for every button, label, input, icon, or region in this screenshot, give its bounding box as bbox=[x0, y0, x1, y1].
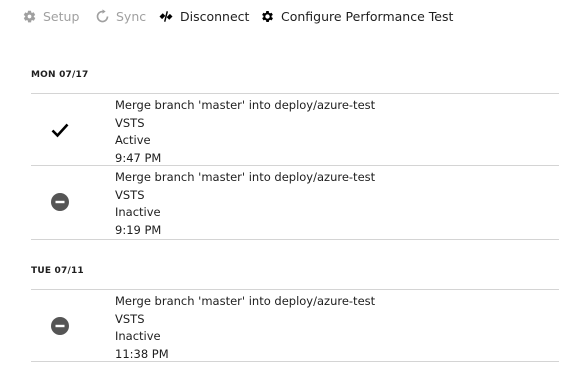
deployment-row[interactable]: Merge branch 'master' into deploy/azure-… bbox=[31, 290, 559, 362]
disconnect-button[interactable]: Disconnect bbox=[158, 0, 249, 32]
refresh-icon bbox=[95, 8, 110, 24]
configure-performance-test-label: Configure Performance Test bbox=[281, 8, 454, 24]
deployment-source: VSTS bbox=[115, 187, 145, 202]
deployment-row[interactable]: Merge branch 'master' into deploy/azure-… bbox=[31, 166, 559, 238]
setup-button[interactable]: Setup bbox=[22, 0, 79, 32]
checkmark-icon bbox=[51, 123, 69, 138]
minus-circle-icon bbox=[51, 317, 69, 335]
deployment-source: VSTS bbox=[115, 311, 145, 326]
commit-message: Merge branch 'master' into deploy/azure-… bbox=[115, 98, 376, 112]
toolbar: Setup Sync Disconnect Configure Performa… bbox=[0, 0, 579, 32]
divider bbox=[31, 239, 559, 240]
disconnect-icon bbox=[158, 10, 174, 23]
gear-icon bbox=[260, 9, 275, 24]
deployment-status: Inactive bbox=[115, 205, 161, 219]
deployment-row[interactable]: Merge branch 'master' into deploy/azure-… bbox=[31, 94, 559, 166]
day-header: TUE 07/11 bbox=[31, 266, 84, 276]
divider bbox=[31, 361, 559, 362]
commit-message: Merge branch 'master' into deploy/azure-… bbox=[115, 170, 376, 184]
disconnect-label: Disconnect bbox=[180, 8, 250, 24]
deployment-source: VSTS bbox=[115, 115, 145, 130]
deployment-time: 9:19 PM bbox=[115, 222, 162, 237]
setup-label: Setup bbox=[43, 8, 80, 24]
commit-message: Merge branch 'master' into deploy/azure-… bbox=[115, 294, 376, 308]
minus-circle-icon bbox=[51, 193, 69, 211]
deployment-status: Inactive bbox=[115, 329, 161, 343]
deployment-status: Active bbox=[115, 133, 151, 147]
day-header: MON 07/17 bbox=[31, 70, 89, 80]
sync-button[interactable]: Sync bbox=[95, 0, 146, 32]
gear-icon bbox=[22, 9, 37, 24]
configure-performance-test-button[interactable]: Configure Performance Test bbox=[260, 0, 453, 32]
sync-label: Sync bbox=[116, 8, 147, 24]
